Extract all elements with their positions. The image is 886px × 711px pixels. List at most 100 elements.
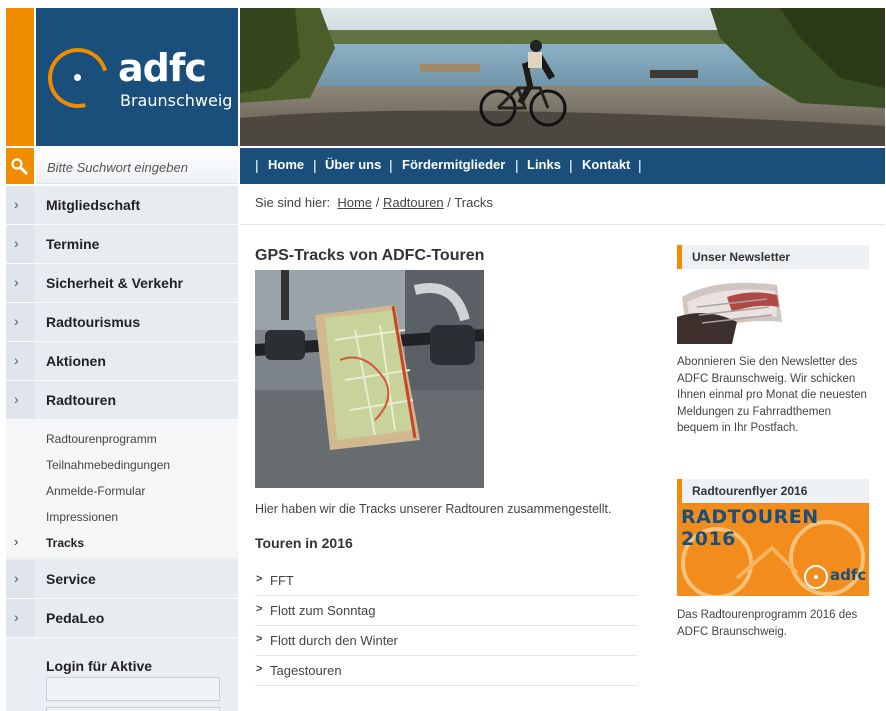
login-password-field[interactable] [46,707,220,711]
map-photo-graphic [255,270,484,488]
sidebar-item-bar [6,381,34,419]
topnav-item-kontakt[interactable]: Kontakt [582,157,630,172]
sidebar-item-label: Radtouren [46,392,116,408]
chevron-right-icon: › [14,196,19,212]
subnav-item-tracks[interactable]: Tracks [46,536,84,550]
sidebar-item-bar [6,599,34,637]
chevron-right-icon: › [14,274,19,290]
flyer-logo-text: adfc [830,566,867,584]
search-icon[interactable] [6,148,34,184]
brand-orange-strip [6,8,34,146]
chevron-right-icon: › [14,313,19,329]
chevron-right-icon: > [256,573,263,585]
sidebar-item-aktionen[interactable]: › Aktionen [6,342,238,381]
sidebar-item-radtourismus[interactable]: › Radtourismus [6,303,238,342]
breadcrumb-separator: / [375,195,380,210]
track-item-fft[interactable]: > FFT [255,566,638,596]
logo-wordmark: adfc [118,46,207,90]
sidebar-item-bar [6,225,34,263]
nav-separator: | [389,157,393,173]
sidebar-item-label: Mitgliedschaft [46,197,141,213]
login-username-field[interactable] [46,677,220,701]
chevron-right-icon: › [14,352,19,368]
sidebar-item-bar [6,264,34,302]
track-item-label: Flott durch den Winter [270,633,398,648]
sidebar-item-label: Termine [46,236,100,252]
section-title: Touren in 2016 [255,535,353,551]
flyer-widget-title: Radtourenflyer 2016 [692,484,808,498]
topnav-item-home[interactable]: Home [268,157,304,172]
sidebar-item-label: Aktionen [46,353,106,369]
chevron-right-icon: › [14,235,19,251]
subnav-item-impressionen[interactable]: Impressionen [46,510,118,524]
login-title: Login für Aktive [46,658,153,674]
search-icon-glyph [11,158,28,175]
sidebar-item-bar [6,342,34,380]
sidebar-subnav: Radtourenprogramm Teilnahmebedingungen A… [6,420,238,558]
track-item-label: FFT [270,573,294,588]
sidebar-item-label: PedaLeo [46,610,105,626]
breadcrumb-home-link[interactable]: Home [337,195,372,210]
sidebar-item-label: Service [46,571,96,587]
chevron-right-icon: › [14,609,19,625]
flyer-widget-header: Radtourenflyer 2016 [677,479,869,503]
logo-city: Braunschweig [120,91,233,110]
breadcrumb-divider [240,224,885,225]
newspaper-graphic [677,277,787,344]
top-navigation: | Home | Über uns | Fördermitglieder | L… [240,148,885,184]
chevron-right-icon: > [256,633,263,645]
nav-separator: | [515,157,519,173]
subnav-item-teilnahmebedingungen[interactable]: Teilnahmebedingungen [46,458,170,472]
chevron-right-icon: › [14,534,19,549]
track-item-tagestouren[interactable]: > Tagestouren [255,656,638,686]
page-title: GPS-Tracks von ADFC-Touren [255,247,485,264]
map-on-handlebar-photo [255,270,484,488]
topnav-item-foerdermitglieder[interactable]: Fördermitglieder [402,157,505,172]
track-item-label: Flott zum Sonntag [270,603,376,618]
nav-separator: | [255,157,259,173]
subnav-item-radtourenprogramm[interactable]: Radtourenprogramm [46,432,157,446]
flyer-caption: Das Radtourenprogramm 2016 des ADFC Brau… [677,609,858,638]
sidebar-nav: › Mitgliedschaft › Termine › Sicherheit … [6,186,238,711]
nav-separator: | [638,157,642,173]
newsletter-widget-title: Unser Newsletter [692,250,791,264]
newsletter-text: Abonnieren Sie den Newsletter des ADFC B… [677,356,867,434]
sidebar-item-radtouren[interactable]: › Radtouren [6,381,238,420]
breadcrumb-prefix: Sie sind hier: [255,195,331,210]
sidebar-item-bar [6,560,34,598]
search-input[interactable] [36,148,238,184]
sidebar-item-termine[interactable]: › Termine [6,225,238,264]
newsletter-widget-header: Unser Newsletter [677,245,869,269]
sidebar-item-bar [6,186,34,224]
newsletter-image[interactable] [677,277,787,344]
breadcrumb-current: Tracks [454,195,493,210]
header-photo [240,8,885,146]
breadcrumb: Sie sind hier: Home / Radtouren / Tracks [255,195,493,210]
breadcrumb-separator: / [447,195,451,210]
chevron-right-icon: › [14,570,19,586]
sidebar-item-mitgliedschaft[interactable]: › Mitgliedschaft [6,186,238,225]
chevron-right-icon: › [14,391,19,407]
lake-cyclist-photo [240,8,885,146]
sidebar-item-service[interactable]: › Service [6,560,238,599]
flyer-image-title: RADTOUREN 2016 [681,506,819,550]
nav-separator: | [313,157,317,173]
nav-separator: | [569,157,573,173]
intro-text: Hier haben wir die Tracks unserer Radtou… [255,502,612,516]
sidebar-item-pedaleo[interactable]: › PedaLeo [6,599,238,638]
sidebar-item-label: Sicherheit & Verkehr [46,275,183,291]
chevron-right-icon: > [256,603,263,615]
topnav-item-links[interactable]: Links [527,157,561,172]
chevron-right-icon: > [256,663,263,675]
flyer-image[interactable]: RADTOUREN 2016 adfc [677,503,869,596]
track-item-flott-zum-sonntag[interactable]: > Flott zum Sonntag [255,596,638,626]
sidebar-item-bar [6,303,34,341]
sidebar-item-label: Radtourismus [46,314,141,330]
subnav-item-anmelde-formular[interactable]: Anmelde-Formular [46,484,145,498]
topnav-item-ueber-uns[interactable]: Über uns [325,157,381,172]
site-logo[interactable]: adfc Braunschweig [36,8,238,146]
sidebar-item-sicherheit[interactable]: › Sicherheit & Verkehr [6,264,238,303]
track-item-label: Tagestouren [270,663,342,678]
track-item-flott-durch-den-winter[interactable]: > Flott durch den Winter [255,626,638,656]
breadcrumb-radtouren-link[interactable]: Radtouren [383,195,444,210]
